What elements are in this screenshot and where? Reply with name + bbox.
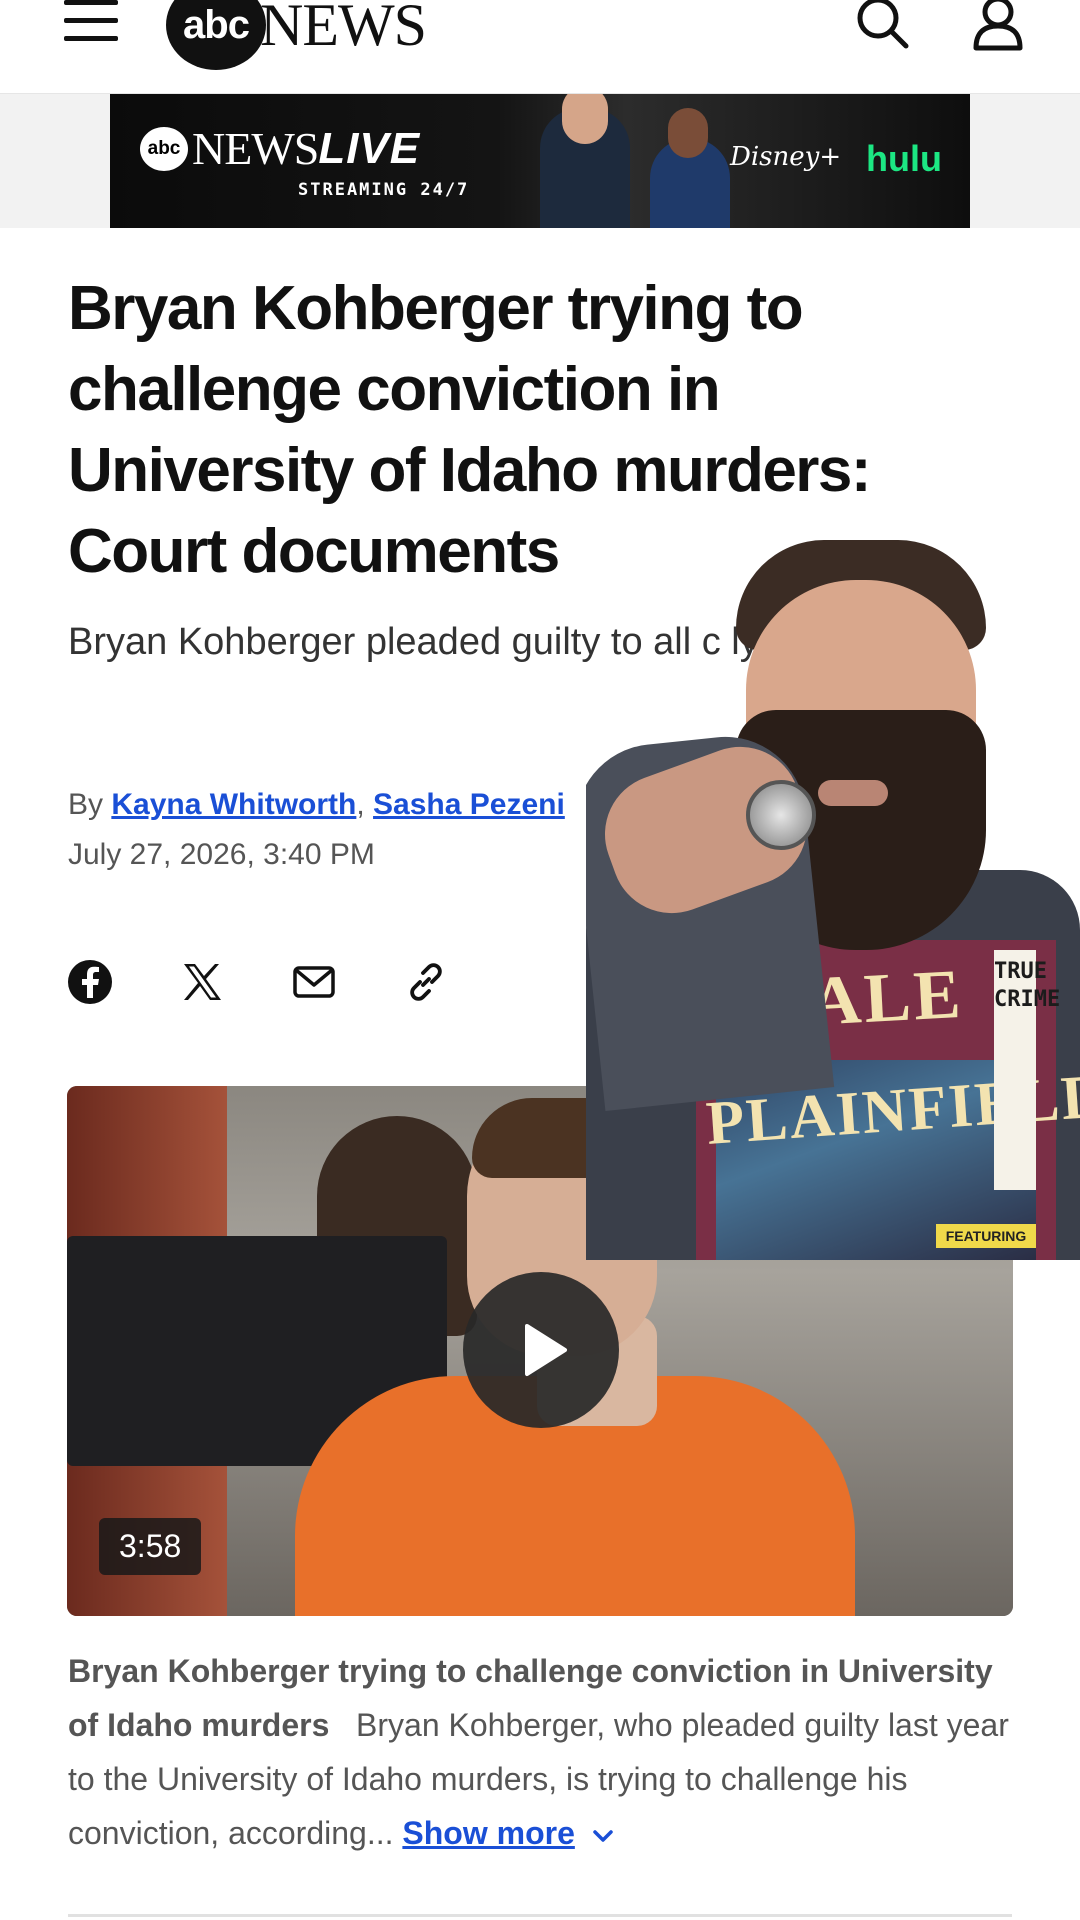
promo-news: NEWS — [192, 123, 319, 174]
chevron-down-icon[interactable] — [590, 1826, 616, 1846]
show-more-link[interactable]: Show more — [402, 1815, 574, 1851]
overlay-featuring-tag: FEATURING — [936, 1224, 1036, 1248]
byline: By Kayna Whitworth, Sasha Pezeni — [68, 788, 565, 822]
logo-news-wordmark: NEWS — [260, 0, 427, 58]
logo-abc-mark: abc — [166, 0, 266, 70]
promo-logo: abc NEWS LIVE — [140, 122, 420, 175]
promo-anchor-female-face — [668, 108, 708, 158]
user-icon[interactable] — [968, 0, 1028, 52]
promo-live: LIVE — [318, 123, 421, 173]
search-icon[interactable] — [852, 0, 912, 50]
promo-hulu-logo: hulu — [866, 138, 942, 179]
facebook-icon[interactable] — [66, 958, 114, 1006]
promo-banner-area: abc NEWS LIVE STREAMING 24/7 Disney+ hul… — [0, 94, 1080, 228]
abc-news-live-promo-banner[interactable]: abc NEWS LIVE STREAMING 24/7 Disney+ hul… — [110, 94, 970, 228]
link-icon[interactable] — [402, 958, 450, 1006]
overlay-mouth — [818, 780, 888, 806]
author-link-kayna-whitworth[interactable]: Kayna Whitworth — [111, 788, 356, 821]
byline-prefix: By — [68, 788, 104, 821]
abc-news-logo[interactable]: abc NEWS — [166, 0, 427, 70]
top-navigation-bar: abc NEWS — [0, 0, 1080, 94]
promo-abc-mark: abc — [140, 126, 188, 171]
publish-date: July 27, 2026, 3:40 PM — [68, 838, 375, 871]
creator-video-overlay: TALE PLAINFIELD TRUE CRIME FEATURING — [586, 540, 1080, 1260]
play-button[interactable] — [463, 1272, 619, 1428]
promo-anchor-male-face — [562, 94, 608, 144]
overlay-microphone-icon — [746, 780, 816, 850]
video-caption: Bryan Kohberger trying to challenge conv… — [68, 1644, 1018, 1860]
promo-disney-plus-logo: Disney+ — [730, 142, 842, 172]
section-divider — [68, 1914, 1012, 1917]
x-icon[interactable] — [178, 958, 226, 1006]
author-separator: , — [356, 788, 365, 821]
hamburger-menu-icon[interactable] — [64, 0, 120, 44]
overlay-true-crime-strip: TRUE CRIME — [994, 950, 1060, 1190]
video-duration-badge: 3:58 — [99, 1518, 202, 1575]
promo-streaming-text: STREAMING 24/7 — [298, 180, 470, 200]
email-icon[interactable] — [290, 958, 338, 1006]
author-link-sasha-pezeni[interactable]: Sasha Pezeni — [373, 788, 565, 821]
play-icon — [525, 1324, 567, 1376]
